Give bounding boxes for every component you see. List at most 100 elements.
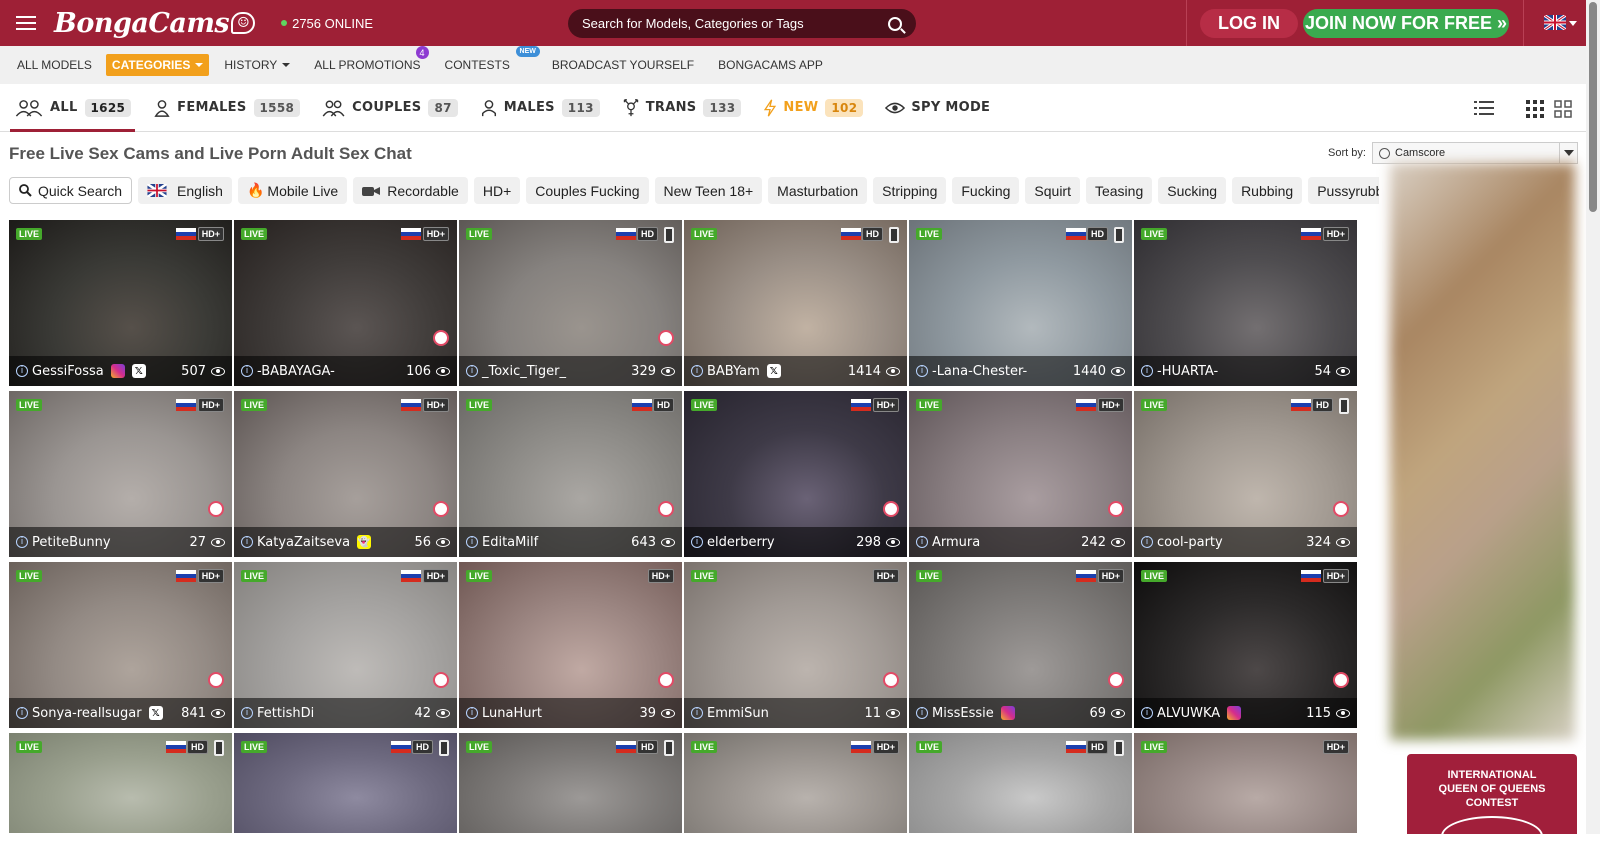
search-icon[interactable]	[888, 16, 902, 31]
x-twitter-icon[interactable]: 𝕏	[766, 364, 781, 378]
contest-banner[interactable]: INTERNATIONAL QUEEN OF QUEENS CONTEST	[1407, 754, 1577, 856]
model-card[interactable]: LIVE HD+	[1134, 733, 1357, 833]
chip-recordable[interactable]: Recordable	[353, 177, 468, 204]
quick-search-chip[interactable]: Quick Search	[9, 177, 133, 204]
model-name[interactable]: -BABAYAGA-	[257, 364, 335, 379]
info-icon[interactable]: i	[691, 707, 703, 719]
model-card[interactable]: LIVE HD	[234, 733, 457, 833]
join-button[interactable]: JOIN NOW FOR FREE »	[1303, 9, 1509, 38]
model-card[interactable]: LIVE HD+ i PetiteBunny 27	[9, 391, 232, 557]
info-icon[interactable]: i	[691, 365, 703, 377]
model-card[interactable]: LIVE HD+ i LunaHurt 39	[459, 562, 682, 728]
chip-pussyrubbing[interactable]: Pussyrubbing	[1308, 177, 1379, 204]
info-icon[interactable]: i	[466, 365, 478, 377]
chip-masturbation[interactable]: Masturbation	[768, 177, 868, 204]
model-card[interactable]: LIVE HD+ i Sonya-reallsugar 𝕏 841	[9, 562, 232, 728]
sort-select[interactable]: Camscore	[1372, 142, 1578, 164]
model-card[interactable]: LIVE HD	[459, 733, 682, 833]
model-name[interactable]: LunaHurt	[482, 706, 542, 721]
chip-hd-plus[interactable]: HD+	[473, 177, 521, 204]
nav-all-models[interactable]: ALL MODELS	[17, 58, 92, 72]
info-icon[interactable]: i	[241, 365, 253, 377]
chip-squirt[interactable]: Squirt	[1025, 177, 1080, 204]
x-twitter-icon[interactable]: 𝕏	[148, 706, 163, 720]
dropdown-arrow-icon[interactable]	[1559, 143, 1577, 163]
chip-fucking[interactable]: Fucking	[952, 177, 1020, 204]
info-icon[interactable]: i	[241, 707, 253, 719]
model-name[interactable]: Sonya-reallsugar	[32, 706, 142, 721]
model-card[interactable]: LIVE HD i BABYam 𝕏 1414	[684, 220, 907, 386]
scrollbar-thumb[interactable]	[1589, 2, 1597, 212]
model-card[interactable]: LIVE HD+ i elderberry 298	[684, 391, 907, 557]
info-icon[interactable]: i	[16, 365, 28, 377]
nav-app[interactable]: BONGACAMS APP	[718, 58, 823, 72]
chip-english[interactable]: English	[138, 177, 232, 204]
model-card[interactable]: LIVE HD+	[684, 733, 907, 833]
side-banner[interactable]	[1390, 163, 1575, 740]
model-card[interactable]: LIVE HD i _Toxic_Tiger_ 329	[459, 220, 682, 386]
model-name[interactable]: cool-party	[1157, 535, 1223, 550]
model-name[interactable]: -HUARTA-	[1157, 364, 1218, 379]
tab-all[interactable]: ALL 1625	[10, 84, 136, 132]
model-name[interactable]: KatyaZaitseva	[257, 535, 350, 550]
info-icon[interactable]: i	[1141, 707, 1153, 719]
model-name[interactable]: MissEssie	[932, 706, 994, 721]
chip-stripping[interactable]: Stripping	[873, 177, 947, 204]
info-icon[interactable]: i	[916, 536, 928, 548]
model-card[interactable]: LIVE HD+ i ALVUWKA 115	[1134, 562, 1357, 728]
tab-trans[interactable]: TRANS 133	[618, 84, 746, 132]
model-name[interactable]: GessiFossa	[32, 364, 104, 379]
nav-promotions[interactable]: ALL PROMOTIONS 4	[314, 46, 429, 72]
info-icon[interactable]: i	[916, 365, 928, 377]
chip-rubbing[interactable]: Rubbing	[1232, 177, 1303, 204]
chip-mobile-live[interactable]: 🔥 Mobile Live	[237, 177, 348, 204]
model-name[interactable]: EmmiSun	[707, 706, 769, 721]
model-card[interactable]: LIVE HD i cool-party 324	[1134, 391, 1357, 557]
model-card[interactable]: LIVE HD i EditaMilf 643	[459, 391, 682, 557]
model-card[interactable]: LIVE HD+ i -HUARTA- 54	[1134, 220, 1357, 386]
nav-broadcast[interactable]: BROADCAST YOURSELF	[552, 58, 694, 72]
search-input[interactable]: Search for Models, Categories or Tags	[568, 9, 916, 38]
login-button[interactable]: LOG IN	[1200, 9, 1298, 38]
model-card[interactable]: LIVE HD	[9, 733, 232, 833]
model-card[interactable]: LIVE HD+ i -BABAYAGA- 106	[234, 220, 457, 386]
info-icon[interactable]: i	[16, 707, 28, 719]
tab-new[interactable]: NEW 102	[759, 84, 867, 132]
instagram-icon[interactable]	[1227, 706, 1242, 720]
model-name[interactable]: Armura	[932, 535, 980, 550]
menu-icon[interactable]	[16, 14, 40, 32]
model-card[interactable]: LIVE HD+ i EmmiSun 11	[684, 562, 907, 728]
uk-flag-icon[interactable]	[1544, 15, 1566, 30]
chip-teasing[interactable]: Teasing	[1085, 177, 1153, 204]
list-view-icon[interactable]	[1474, 100, 1494, 116]
language-caret-icon[interactable]	[1569, 21, 1577, 26]
nav-contests[interactable]: CONTESTS NEW	[445, 46, 540, 72]
model-card[interactable]: LIVE HD+ i KatyaZaitseva 👻 56	[234, 391, 457, 557]
info-icon[interactable]: i	[16, 536, 28, 548]
info-icon[interactable]: i	[916, 707, 928, 719]
instagram-icon[interactable]	[110, 364, 125, 378]
tab-males[interactable]: MALES 113	[476, 84, 604, 132]
model-name[interactable]: -Lana-Chester-	[932, 364, 1027, 379]
model-card[interactable]: LIVE HD+ i MissEssie 69	[909, 562, 1132, 728]
chip-new-teen[interactable]: New Teen 18+	[654, 177, 763, 204]
model-name[interactable]: ALVUWKA	[1157, 706, 1220, 721]
grid-small-icon[interactable]	[1526, 100, 1544, 118]
model-name[interactable]: EditaMilf	[482, 535, 538, 550]
instagram-icon[interactable]	[1000, 706, 1015, 720]
model-card[interactable]: LIVE HD	[909, 733, 1132, 833]
scrollbar[interactable]	[1586, 0, 1600, 834]
chip-sucking[interactable]: Sucking	[1158, 177, 1227, 204]
tab-spy-mode[interactable]: SPY MODE	[881, 84, 994, 132]
grid-large-icon[interactable]	[1554, 100, 1572, 118]
info-icon[interactable]: i	[466, 707, 478, 719]
snapchat-icon[interactable]: 👻	[357, 535, 372, 549]
info-icon[interactable]: i	[1141, 536, 1153, 548]
model-name[interactable]: BABYam	[707, 364, 760, 379]
x-twitter-icon[interactable]: 𝕏	[131, 364, 146, 378]
model-name[interactable]: PetiteBunny	[32, 535, 111, 550]
nav-history[interactable]: HISTORY	[224, 58, 291, 72]
info-icon[interactable]: i	[241, 536, 253, 548]
chip-couples-fucking[interactable]: Couples Fucking	[526, 177, 649, 204]
tab-females[interactable]: FEMALES 1558	[149, 84, 304, 132]
